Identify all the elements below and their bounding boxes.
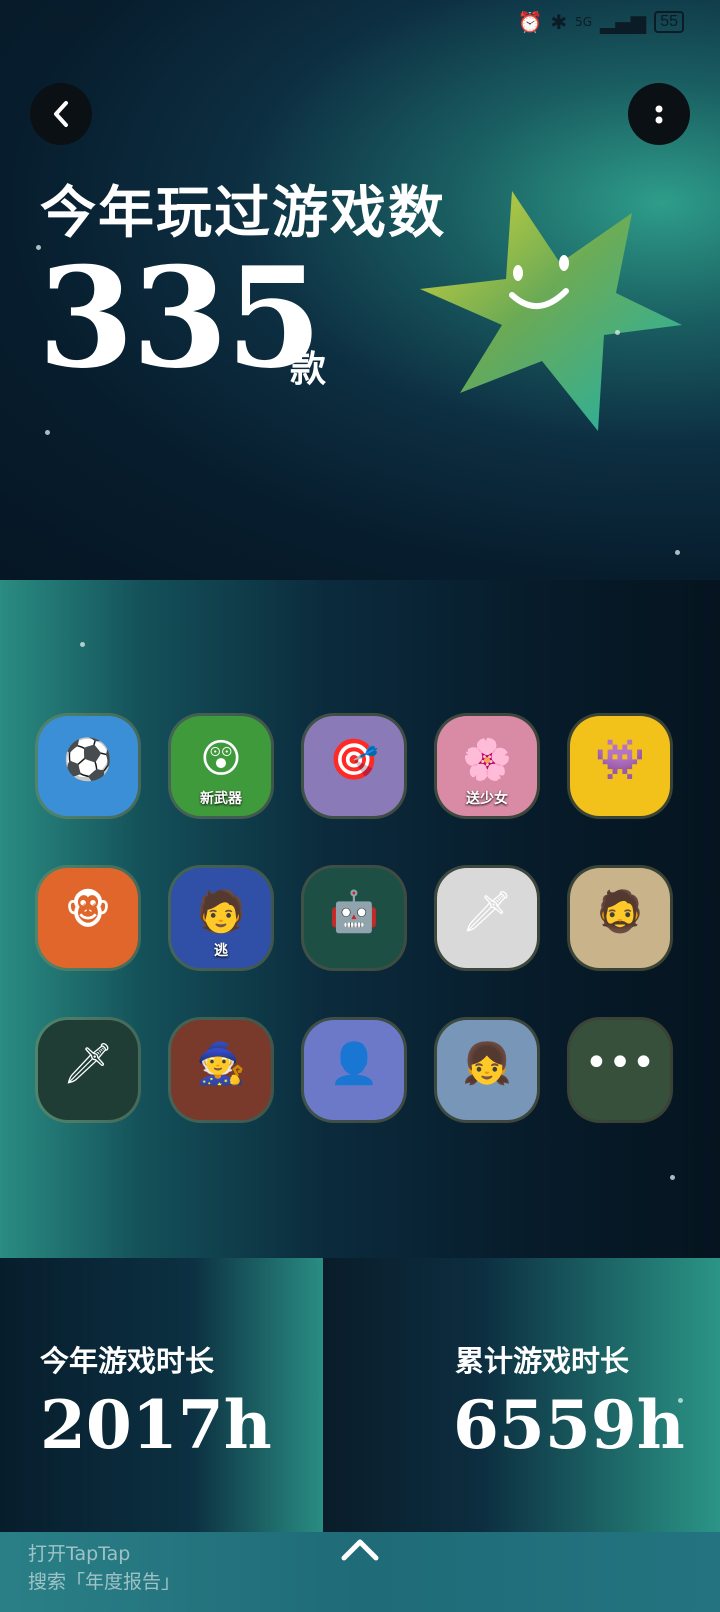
game-icon[interactable]: 🌸 送少女 <box>437 716 537 816</box>
game-icon[interactable]: 🧑 逃 <box>171 868 271 968</box>
sparkle <box>615 330 620 335</box>
game-icon[interactable]: 🗡 <box>437 868 537 968</box>
game-icon[interactable]: 🗡 <box>38 1020 138 1120</box>
sparkle <box>80 642 85 647</box>
game-icon-art: 👧 <box>462 1041 512 1087</box>
games-count: 335 <box>38 236 322 399</box>
search-hint: 打开TapTap 搜索「年度报告」 <box>28 1540 180 1596</box>
game-icon[interactable]: ••• <box>570 1020 670 1120</box>
chevron-up-icon[interactable] <box>338 1534 382 1564</box>
this-year-playtime-panel: 今年游戏时长 2017h <box>0 1258 323 1532</box>
this-year-playtime-label: 今年游戏时长 <box>40 1344 215 1378</box>
game-icon[interactable]: 👤 <box>304 1020 404 1120</box>
bluetooth-icon: ✱ <box>550 10 568 34</box>
game-icon-art: ⚽ <box>63 737 113 783</box>
game-icon-art: 😲 <box>200 736 242 782</box>
this-year-playtime-value: 2017h <box>40 1386 272 1464</box>
game-icon[interactable]: 🧔 <box>570 868 670 968</box>
game-icon[interactable]: 👾 <box>570 716 670 816</box>
game-icon-art: 🧑 <box>196 889 246 935</box>
back-button[interactable] <box>30 83 92 145</box>
status-bar: 23:19 ⏰ ✱ 5G ▂▄▆ 55 <box>0 0 720 48</box>
smiling-star-icon <box>420 191 682 431</box>
sparkle <box>45 430 50 435</box>
sparkle <box>36 245 41 250</box>
more-menu-button[interactable] <box>628 83 690 145</box>
game-icon-art: 🗡 <box>461 889 513 935</box>
game-icon[interactable]: 😲 新武器 <box>171 716 271 816</box>
game-icon[interactable]: 👧 <box>437 1020 537 1120</box>
game-icon-art: ••• <box>584 1040 656 1086</box>
game-icon-label: 新武器 <box>200 791 242 807</box>
sparkle <box>675 550 680 555</box>
signal-icon: ▂▄▆ <box>600 10 647 34</box>
bottom-bar: 打开TapTap 搜索「年度报告」 <box>0 1532 720 1612</box>
sparkle <box>678 1398 683 1403</box>
game-icon-art: 🌸 <box>462 737 512 783</box>
game-icon[interactable]: 🐵 <box>38 868 138 968</box>
sparkle <box>670 1175 675 1180</box>
network-label: 5G <box>575 15 593 29</box>
more-vertical-icon <box>655 105 663 124</box>
game-icon-art: 👤 <box>329 1041 379 1087</box>
game-icon[interactable]: 🧙 <box>171 1020 271 1120</box>
hint-line-1: 打开TapTap <box>28 1543 131 1565</box>
total-playtime-label: 累计游戏时长 <box>455 1344 630 1378</box>
alarm-icon: ⏰ <box>517 10 543 34</box>
game-icon[interactable]: ⚽ <box>38 716 138 816</box>
game-icon-grid: ⚽ 😲 新武器 🎯 🌸 送少女 👾 🐵 🧑 逃 🤖 🗡 🧔 🗡 🧙 👤 👧 ••• <box>38 716 688 1120</box>
total-playtime-value: 6559h <box>453 1386 685 1464</box>
game-icon-art: 🤖 <box>329 889 379 935</box>
game-icon[interactable]: 🎯 <box>304 716 404 816</box>
chevron-left-icon <box>54 101 68 127</box>
game-icon-art: 🐵 <box>64 888 112 934</box>
game-icon-art: 👾 <box>595 737 645 783</box>
game-icon-label: 送少女 <box>466 791 508 807</box>
status-icons: ⏰ ✱ 5G ▂▄▆ 55 <box>517 10 684 34</box>
hint-line-2: 搜索「年度报告」 <box>28 1571 181 1593</box>
hero-section: 今年玩过游戏数 335 款 <box>0 0 720 580</box>
games-count-unit: 款 <box>290 349 327 390</box>
game-icon-art: 🧙 <box>196 1041 246 1087</box>
battery-icon: 55 <box>654 11 684 33</box>
total-playtime-panel: 累计游戏时长 6559h <box>323 1258 720 1532</box>
game-icon-label: 逃 <box>214 943 228 959</box>
game-icon-art: 🧔 <box>595 889 645 935</box>
game-icon-art: 🎯 <box>329 737 379 783</box>
played-games-section: ⚽ 😲 新武器 🎯 🌸 送少女 👾 🐵 🧑 逃 🤖 🗡 🧔 🗡 🧙 👤 👧 ••• <box>0 580 720 1258</box>
game-icon-art: 🗡 <box>62 1041 114 1087</box>
game-icon[interactable]: 🤖 <box>304 868 404 968</box>
status-time: 23:19 <box>40 8 96 33</box>
